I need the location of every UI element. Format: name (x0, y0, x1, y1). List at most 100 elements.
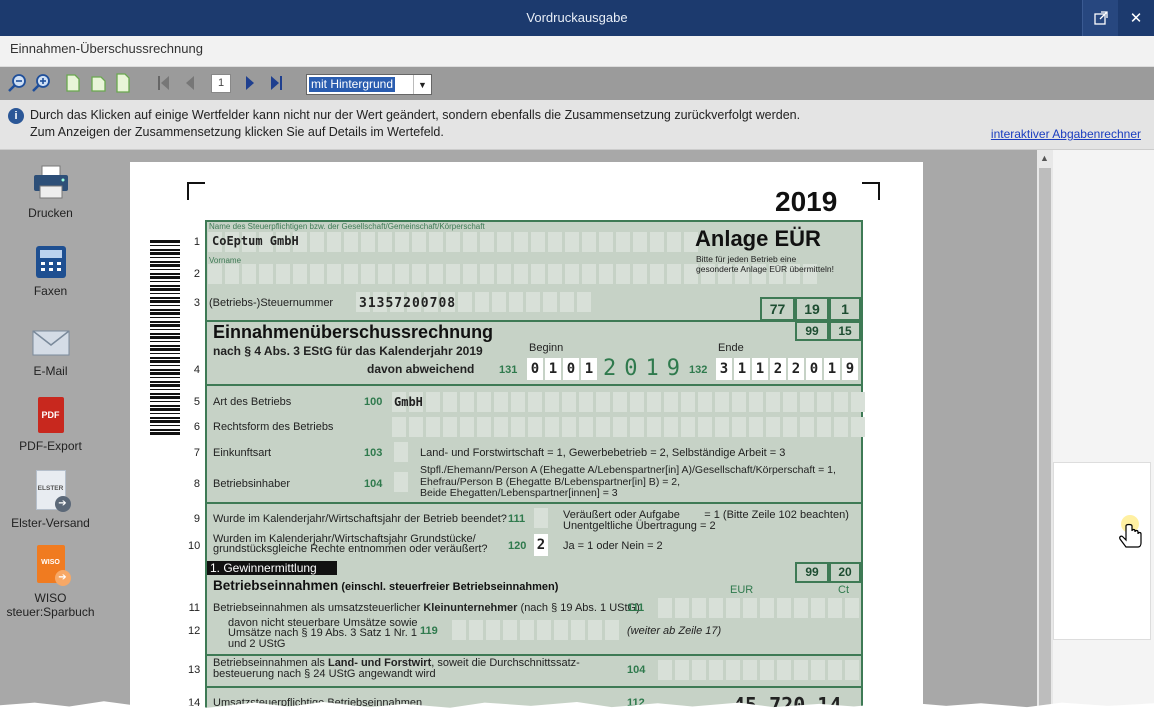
zoom-in-button[interactable] (30, 72, 52, 94)
window-title: Vordruckausgabe (526, 10, 628, 25)
code-box: 99 (795, 321, 829, 341)
ende-digit[interactable]: 3 (716, 358, 732, 380)
abweichend-label: davon abweichend (367, 362, 475, 376)
document-header: Einnahmen-Überschussrechnung (0, 36, 1154, 67)
name-caption: Name des Steuerpflichtigen bzw. der Gese… (209, 222, 485, 231)
rechtsform-field[interactable] (392, 417, 865, 437)
code-box: 15 (829, 321, 861, 341)
kleinunternehmer-label-bold: Kleinunternehmer (423, 602, 518, 614)
code-104: 104 (627, 664, 646, 676)
einkunftsart-note: Land- und Forstwirtschaft = 1, Gewerbebe… (420, 447, 786, 459)
single-page-button[interactable] (64, 72, 82, 94)
elster-versand-action[interactable]: ELSTER ➔ Elster-Versand (0, 470, 101, 530)
art-des-betriebs-value[interactable]: GmbH (394, 395, 423, 409)
betrieb-beendet-field[interactable] (534, 508, 548, 528)
nicht-steuerbar-label3: und 2 UStG (228, 638, 286, 650)
window-titlebar: Vordruckausgabe ✕ (0, 0, 1154, 36)
pdf-export-label: PDF-Export (19, 439, 82, 453)
grundstuecke-note: Ja = 1 oder Nein = 2 (563, 540, 663, 552)
form-subtitle1: Bitte für jeden Betrieb eine (696, 254, 797, 264)
code-box: 19 (795, 297, 829, 321)
ende-digit[interactable]: 1 (734, 358, 750, 380)
scrollbar-thumb[interactable] (1039, 168, 1051, 713)
ende-digit[interactable]: 1 (824, 358, 840, 380)
eur-label: EUR (730, 584, 754, 596)
previous-page-button[interactable] (182, 72, 198, 94)
beginn-digit[interactable]: 1 (545, 358, 561, 380)
steuernummer-value[interactable]: 31357200708 (359, 296, 456, 311)
kleinunternehmer-label: Betriebseinnahmen als umsatzsteuerlicher… (213, 602, 640, 614)
ende-digit[interactable]: 9 (842, 358, 858, 380)
code-box: 77 (760, 297, 795, 321)
betriebsinhaber-field[interactable] (394, 472, 408, 492)
einkunftsart-label: Einkunftsart (213, 447, 272, 459)
document-title: Einnahmen-Überschussrechnung (10, 41, 203, 56)
row-number: 1 (193, 236, 200, 248)
nicht-steuerbar-field[interactable] (452, 620, 619, 640)
info-icon: i (8, 108, 24, 124)
divider (205, 686, 863, 688)
beginn-digit[interactable]: 1 (581, 358, 597, 380)
row-number: 11 (188, 602, 200, 614)
full-page-icon (116, 73, 130, 93)
first-page-button[interactable] (156, 72, 172, 94)
print-action[interactable]: Drucken (0, 162, 101, 220)
page-number-input[interactable]: 1 (211, 74, 231, 93)
close-button[interactable]: ✕ (1118, 0, 1154, 36)
email-action[interactable]: E-Mail (0, 328, 101, 378)
code-box: 20 (829, 562, 861, 583)
ct-label: Ct (838, 584, 849, 596)
code-120: 120 (508, 540, 527, 552)
code-111: 111 (627, 602, 645, 614)
betriebsinhaber-label: Betriebsinhaber (213, 478, 291, 490)
betrieb-beendet-note2: Unentgeltliche Übertragung = 2 (563, 520, 716, 532)
ende-digit[interactable]: 0 (806, 358, 822, 380)
betriebseinnahmen-subtitle: (einschl. steuerfreier Betriebseinnahmen… (338, 581, 559, 593)
abgabenrechner-link[interactable]: interaktiver Abgabenrechner (991, 127, 1141, 141)
full-page-button[interactable] (114, 72, 132, 94)
steuernummer-label: (Betriebs-)Steuernummer (209, 297, 334, 309)
einkunftsart-field[interactable] (394, 442, 408, 462)
fax-label: Faxen (33, 284, 68, 298)
kleinunternehmer-field[interactable] (658, 598, 859, 618)
next-page-button[interactable] (242, 72, 258, 94)
form-heading: Einnahmenüberschussrechnung (213, 322, 494, 342)
scroll-up-icon[interactable]: ▲ (1040, 153, 1049, 163)
code-132: 132 (689, 364, 708, 376)
pdf-export-action[interactable]: PDF PDF-Export (0, 397, 101, 453)
betrieb-beendet-label: Wurde im Kalenderjahr/Wirtschaftsjahr de… (213, 513, 507, 525)
view-mode-select[interactable]: mit Hintergrund ▼ (306, 74, 432, 95)
vertical-scrollbar[interactable]: ▲ (1037, 150, 1053, 713)
last-page-button[interactable] (268, 72, 284, 94)
ende-digit[interactable]: 2 (788, 358, 804, 380)
name-value[interactable]: CoEptum GmbH (212, 234, 299, 248)
code-131: 131 (499, 364, 518, 376)
zoom-in-icon (32, 74, 50, 92)
last-page-icon (271, 76, 282, 90)
beginn-digit[interactable]: 0 (527, 358, 543, 380)
grundstuecke-value[interactable]: 2 (534, 534, 548, 556)
code-119: 119 (420, 625, 438, 637)
popout-icon (1093, 11, 1108, 25)
fax-action[interactable]: Faxen (0, 244, 101, 298)
beginn-digit[interactable]: 0 (563, 358, 579, 380)
arrow-right-icon: ➔ (54, 496, 71, 512)
barcode (150, 240, 180, 436)
land-forstwirt-field[interactable] (658, 660, 859, 680)
ende-digit[interactable]: 1 (752, 358, 768, 380)
info-bar: i Durch das Klicken auf einige Wertfelde… (0, 100, 1154, 150)
form-subtitle2: gesonderte Anlage EÜR übermitteln! (696, 264, 834, 274)
page-width-button[interactable] (90, 72, 108, 94)
betriebseinnahmen-title: Betriebseinnahmen (213, 578, 339, 593)
land-forstwirt-label2: besteuerung nach § 24 UStG angewandt wir… (213, 668, 436, 680)
popout-button[interactable] (1082, 0, 1118, 36)
ende-digit[interactable]: 2 (770, 358, 786, 380)
viewer-toolbar (0, 67, 1154, 100)
crop-mark (862, 182, 880, 200)
wiso-action[interactable]: WISO ➔ WISO steuer:Sparbuch (0, 545, 101, 619)
divider (205, 502, 863, 504)
row-number: 4 (193, 364, 200, 376)
previous-page-icon (186, 76, 194, 90)
art-des-betriebs-field[interactable] (392, 392, 865, 412)
zoom-out-button[interactable] (6, 72, 28, 94)
